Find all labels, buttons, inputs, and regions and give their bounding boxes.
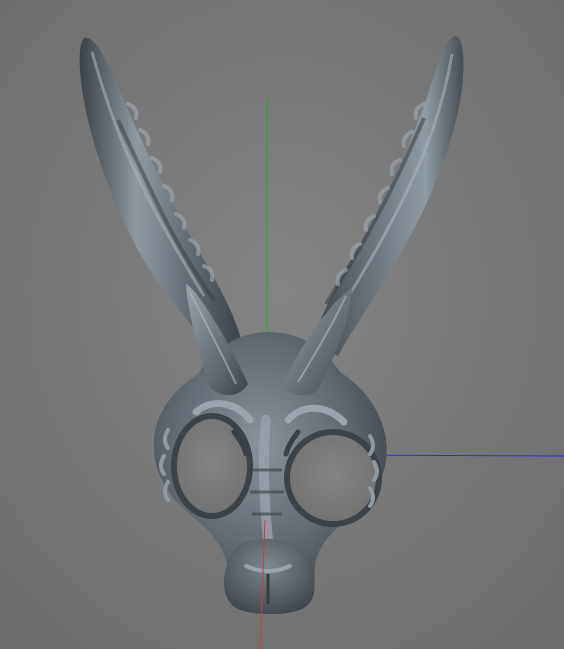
- left-eye-socket: [171, 413, 253, 519]
- 3d-viewport[interactable]: [0, 0, 564, 649]
- viewport-canvas[interactable]: [0, 0, 564, 649]
- right-eye-socket: [284, 429, 382, 527]
